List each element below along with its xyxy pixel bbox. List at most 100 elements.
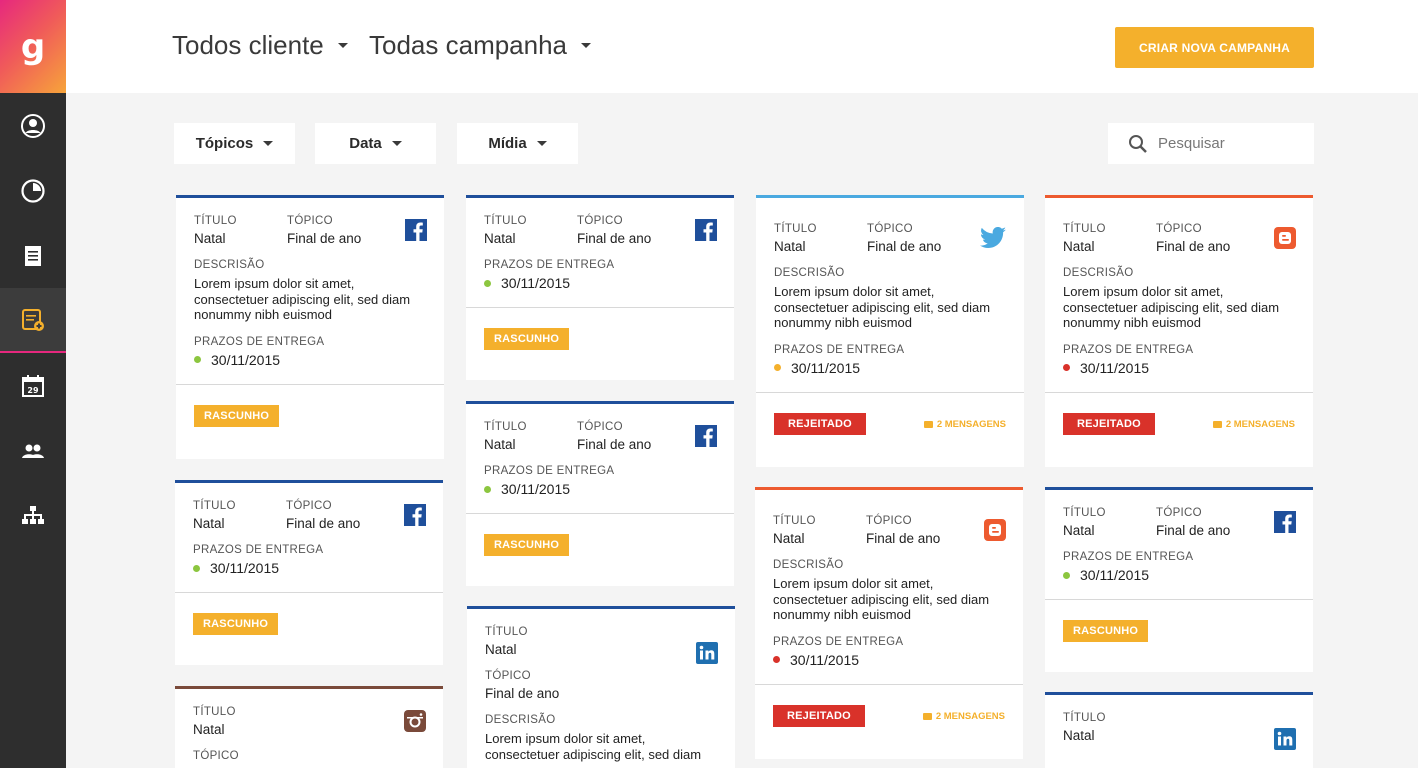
topic-label: TÓPICO bbox=[867, 223, 913, 235]
topic-label: TÓPICO bbox=[866, 515, 912, 527]
status-badge: RASCUNHO bbox=[193, 613, 279, 635]
media-filter-label: Mídia bbox=[488, 135, 527, 152]
card-description: Lorem ipsum dolor sit amet, consectetuer… bbox=[194, 276, 411, 322]
card-title: Natal bbox=[1063, 523, 1095, 538]
chevron-down-icon bbox=[581, 43, 592, 48]
sidebar-item-profile[interactable] bbox=[0, 93, 66, 158]
sidebar-item-documents[interactable] bbox=[0, 223, 66, 288]
campaign-card[interactable]: TÍTULO Natal bbox=[1045, 692, 1313, 768]
deadline-label: PRAZOS DE ENTREGA bbox=[1063, 343, 1194, 356]
facebook-icon bbox=[405, 219, 427, 241]
media-filter[interactable]: Mídia bbox=[457, 123, 578, 164]
chevron-down-icon bbox=[337, 43, 348, 48]
messages-link[interactable]: 2 MENSAGENS bbox=[923, 418, 1006, 430]
client-dropdown-label: Todos cliente bbox=[172, 30, 324, 60]
create-campaign-button[interactable]: CRIAR NOVA CAMPANHA bbox=[1115, 27, 1314, 68]
messages-link[interactable]: 2 MENSAGENS bbox=[922, 710, 1005, 722]
card-date: 30/11/2015 bbox=[1080, 359, 1150, 376]
campaign-card[interactable]: TÍTULO Natal TÓPICO Final de ano DESCRISÃ… bbox=[467, 606, 735, 768]
sidebar-item-structure[interactable] bbox=[0, 483, 66, 548]
campaign-card[interactable]: TÍTULO Natal TÓPICO Final de ano PRAZOS DE … bbox=[466, 401, 734, 586]
card-date: 30/11/2015 bbox=[791, 359, 861, 376]
campaign-card[interactable]: TÍTULO Natal TÓPICO Final de ano DESCRISÃO L… bbox=[1045, 195, 1313, 467]
user-circle-icon bbox=[21, 113, 45, 138]
message-icon bbox=[1212, 420, 1222, 428]
facebook-icon bbox=[695, 219, 717, 241]
card-title: Natal bbox=[1063, 728, 1095, 743]
title-label: TÍTULO bbox=[194, 215, 237, 227]
messages-link[interactable]: 2 MENSAGENS bbox=[1212, 419, 1295, 430]
title-label: TÍTULO bbox=[1063, 712, 1106, 724]
campaign-card[interactable]: TÍTULO Natal TÓPICO Final de ano DESCRISÃO L… bbox=[176, 195, 444, 459]
deadline-label: PRAZOS DE ENTREGA bbox=[484, 465, 615, 477]
search-icon bbox=[1129, 134, 1147, 153]
date-filter-label: Data bbox=[349, 135, 382, 152]
card-topic: Final de ano bbox=[1156, 239, 1231, 254]
chevron-down-icon bbox=[391, 141, 402, 146]
card-date: 30/11/2015 bbox=[501, 275, 571, 291]
status-badge: RASCUNHO bbox=[194, 404, 280, 427]
card-topic: Final de ano bbox=[1156, 523, 1231, 538]
sidebar-item-campaigns[interactable] bbox=[0, 288, 66, 353]
message-icon bbox=[922, 712, 932, 720]
card-title: Natal bbox=[484, 437, 516, 452]
status-dot bbox=[484, 279, 491, 287]
title-label: TÍTULO bbox=[1063, 507, 1106, 519]
topics-filter-label: Tópicos bbox=[195, 135, 254, 152]
pie-chart-icon bbox=[21, 178, 45, 203]
campaign-card[interactable]: TÍTULO Natal TÓPICO Final de ano DESCRISÃO L… bbox=[755, 487, 1023, 759]
topic-label: TÓPICO bbox=[193, 750, 239, 762]
campaign-card[interactable]: TÍTULO Natal TÓPICO Final de ano PRAZOS DE … bbox=[175, 480, 443, 665]
topic-label: TÓPICO bbox=[577, 421, 623, 433]
messages-count: 2 MENSAGENS bbox=[935, 710, 1005, 722]
card-topic: Final de ano bbox=[867, 239, 942, 254]
status-badge: RASCUNHO bbox=[484, 534, 570, 556]
date-filter[interactable]: Data bbox=[315, 123, 436, 164]
card-title: Natal bbox=[194, 231, 226, 246]
status-dot bbox=[773, 656, 780, 663]
blogger-icon bbox=[1274, 227, 1296, 249]
topic-label: TÓPICO bbox=[485, 670, 531, 682]
description-label: DESCRISÃO bbox=[1063, 267, 1134, 279]
campaign-card[interactable]: TÍTULO Natal TÓPICO Final de ano DESCRISÃO L… bbox=[756, 195, 1024, 467]
users-icon bbox=[22, 444, 44, 458]
campaign-dropdown[interactable]: Todas campanha bbox=[369, 30, 592, 61]
search-input[interactable] bbox=[1158, 135, 1298, 152]
card-date: 30/11/2015 bbox=[1080, 567, 1150, 583]
top-bar: Todos cliente Todas campanha CRIAR NOVA … bbox=[66, 0, 1418, 93]
deadline-label: PRAZOS DE ENTREGA bbox=[1063, 551, 1194, 563]
card-topic: Final de ano bbox=[866, 531, 941, 546]
svg-text:29: 29 bbox=[27, 386, 39, 395]
deadline-label: PRAZOS DE ENTREGA bbox=[774, 343, 905, 356]
title-label: TÍTULO bbox=[774, 223, 817, 235]
chevron-down-icon bbox=[263, 141, 274, 146]
blogger-icon bbox=[984, 519, 1006, 541]
card-description: Lorem ipsum dolor sit amet, consectetuer… bbox=[774, 284, 991, 330]
topics-filter[interactable]: Tópicos bbox=[174, 123, 295, 164]
card-description: Lorem ipsum dolor sit amet, consectetuer… bbox=[485, 731, 702, 762]
sidebar-item-reports[interactable] bbox=[0, 158, 66, 223]
topic-label: TÓPICO bbox=[577, 215, 623, 227]
card-date: 30/11/2015 bbox=[501, 481, 571, 497]
search-box[interactable] bbox=[1108, 123, 1314, 164]
card-date: 30/11/2015 bbox=[210, 560, 280, 576]
status-dot bbox=[193, 564, 200, 572]
status-dot bbox=[774, 364, 781, 371]
messages-count: 2 MENSAGENS bbox=[936, 418, 1006, 430]
sidebar-item-calendar[interactable]: 29 bbox=[0, 353, 66, 418]
campaign-card[interactable]: TÍTULO Natal TÓPICO bbox=[175, 686, 443, 768]
twitter-icon bbox=[980, 227, 1006, 248]
deadline-label: PRAZOS DE ENTREGA bbox=[193, 544, 324, 556]
campaign-card[interactable]: TÍTULO Natal TÓPICO Final de ano PRAZOS DE … bbox=[1045, 487, 1313, 672]
facebook-icon bbox=[695, 425, 717, 447]
linkedin-icon bbox=[1274, 728, 1296, 750]
card-title: Natal bbox=[773, 531, 805, 546]
card-topic: Final de ano bbox=[577, 231, 652, 246]
document-icon bbox=[25, 245, 41, 266]
deadline-label: PRAZOS DE ENTREGA bbox=[194, 335, 325, 348]
status-dot bbox=[194, 356, 201, 363]
sidebar-item-team[interactable] bbox=[0, 418, 66, 483]
client-dropdown[interactable]: Todos cliente bbox=[172, 30, 348, 61]
campaign-card[interactable]: TÍTULO Natal TÓPICO Final de ano PRAZOS DE … bbox=[466, 195, 734, 380]
app-logo[interactable]: g bbox=[0, 0, 66, 93]
